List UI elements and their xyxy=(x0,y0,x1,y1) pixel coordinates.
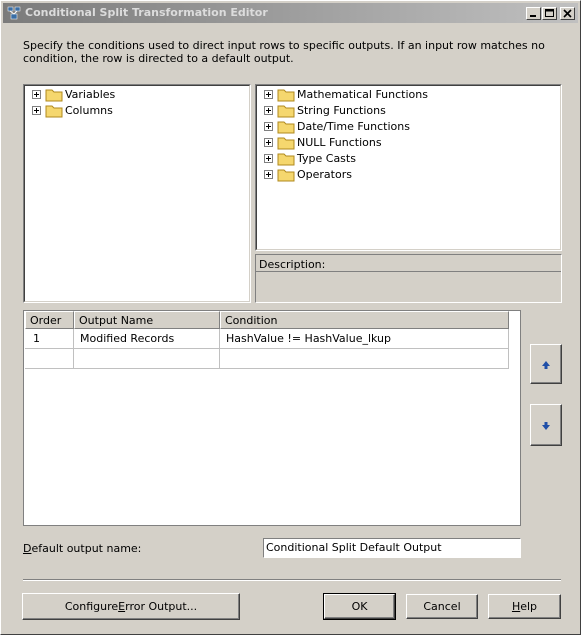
maximize-button[interactable] xyxy=(542,7,557,20)
folder-icon xyxy=(277,89,295,102)
expand-icon[interactable] xyxy=(264,154,273,163)
tree-label: Operators xyxy=(297,168,352,181)
cell-order[interactable]: 1 xyxy=(25,329,74,349)
title-bar[interactable]: Conditional Split Transformation Editor xyxy=(3,3,578,23)
column-header-order[interactable]: Order xyxy=(25,311,74,329)
functions-tree[interactable]: Mathematical Functions String Functions … xyxy=(255,84,562,251)
new-row-cell-output-name[interactable] xyxy=(74,349,220,369)
tree-label: NULL Functions xyxy=(297,136,382,149)
default-output-field[interactable]: Conditional Split Default Output xyxy=(263,538,521,558)
maximize-icon xyxy=(545,9,554,17)
move-up-button[interactable] xyxy=(530,344,562,384)
conditional-split-icon xyxy=(7,6,21,20)
tree-label: Type Casts xyxy=(297,152,356,165)
folder-icon xyxy=(45,105,63,118)
instructions-text: Specify the conditions used to direct in… xyxy=(23,39,545,65)
cell-condition[interactable]: HashValue != HashValue_lkup xyxy=(220,329,509,349)
tree-label: Mathematical Functions xyxy=(297,88,428,101)
tree-label: Variables xyxy=(65,88,116,101)
move-down-button[interactable] xyxy=(530,404,562,446)
expand-icon[interactable] xyxy=(264,106,273,115)
folder-icon xyxy=(277,121,295,134)
folder-icon xyxy=(277,169,295,182)
folder-icon xyxy=(277,137,295,150)
description-label: Description: xyxy=(259,258,326,271)
new-row-cell-order[interactable] xyxy=(25,349,74,369)
editor-window: Conditional Split Transformation Editor … xyxy=(0,0,581,635)
ok-button[interactable]: OK xyxy=(323,593,396,620)
expand-icon[interactable] xyxy=(264,138,273,147)
arrow-down-icon xyxy=(542,422,550,430)
folder-icon xyxy=(45,89,63,102)
tree-label: Columns xyxy=(65,104,113,117)
variables-columns-tree[interactable]: Variables Columns xyxy=(23,84,251,303)
minimize-button[interactable] xyxy=(526,7,541,20)
minimize-icon xyxy=(530,15,536,17)
tree-label: Date/Time Functions xyxy=(297,120,410,133)
cell-output-name[interactable]: Modified Records xyxy=(74,329,220,349)
close-button[interactable] xyxy=(560,7,575,20)
expand-icon[interactable] xyxy=(32,106,41,115)
tree-label: String Functions xyxy=(297,104,386,117)
configure-error-output-button[interactable]: Configure Error Output... xyxy=(22,593,240,620)
arrow-up-icon xyxy=(542,361,550,369)
close-icon xyxy=(563,9,572,18)
new-row-cell-condition[interactable] xyxy=(220,349,509,369)
cancel-button[interactable]: Cancel xyxy=(406,594,478,619)
folder-icon xyxy=(277,153,295,166)
expand-icon[interactable] xyxy=(32,90,41,99)
expand-icon[interactable] xyxy=(264,90,273,99)
column-header-condition[interactable]: Condition xyxy=(220,311,509,329)
folder-icon xyxy=(277,105,295,118)
expand-icon[interactable] xyxy=(264,122,273,131)
expand-icon[interactable] xyxy=(264,170,273,179)
default-output-label: Default output name: xyxy=(23,542,142,555)
help-button[interactable]: Help xyxy=(488,594,561,619)
window-title: Conditional Split Transformation Editor xyxy=(25,6,268,19)
column-header-output-name[interactable]: Output Name xyxy=(74,311,220,329)
conditions-grid[interactable]: Order Output Name Condition 1 Modified R… xyxy=(23,310,521,526)
separator xyxy=(23,579,561,581)
